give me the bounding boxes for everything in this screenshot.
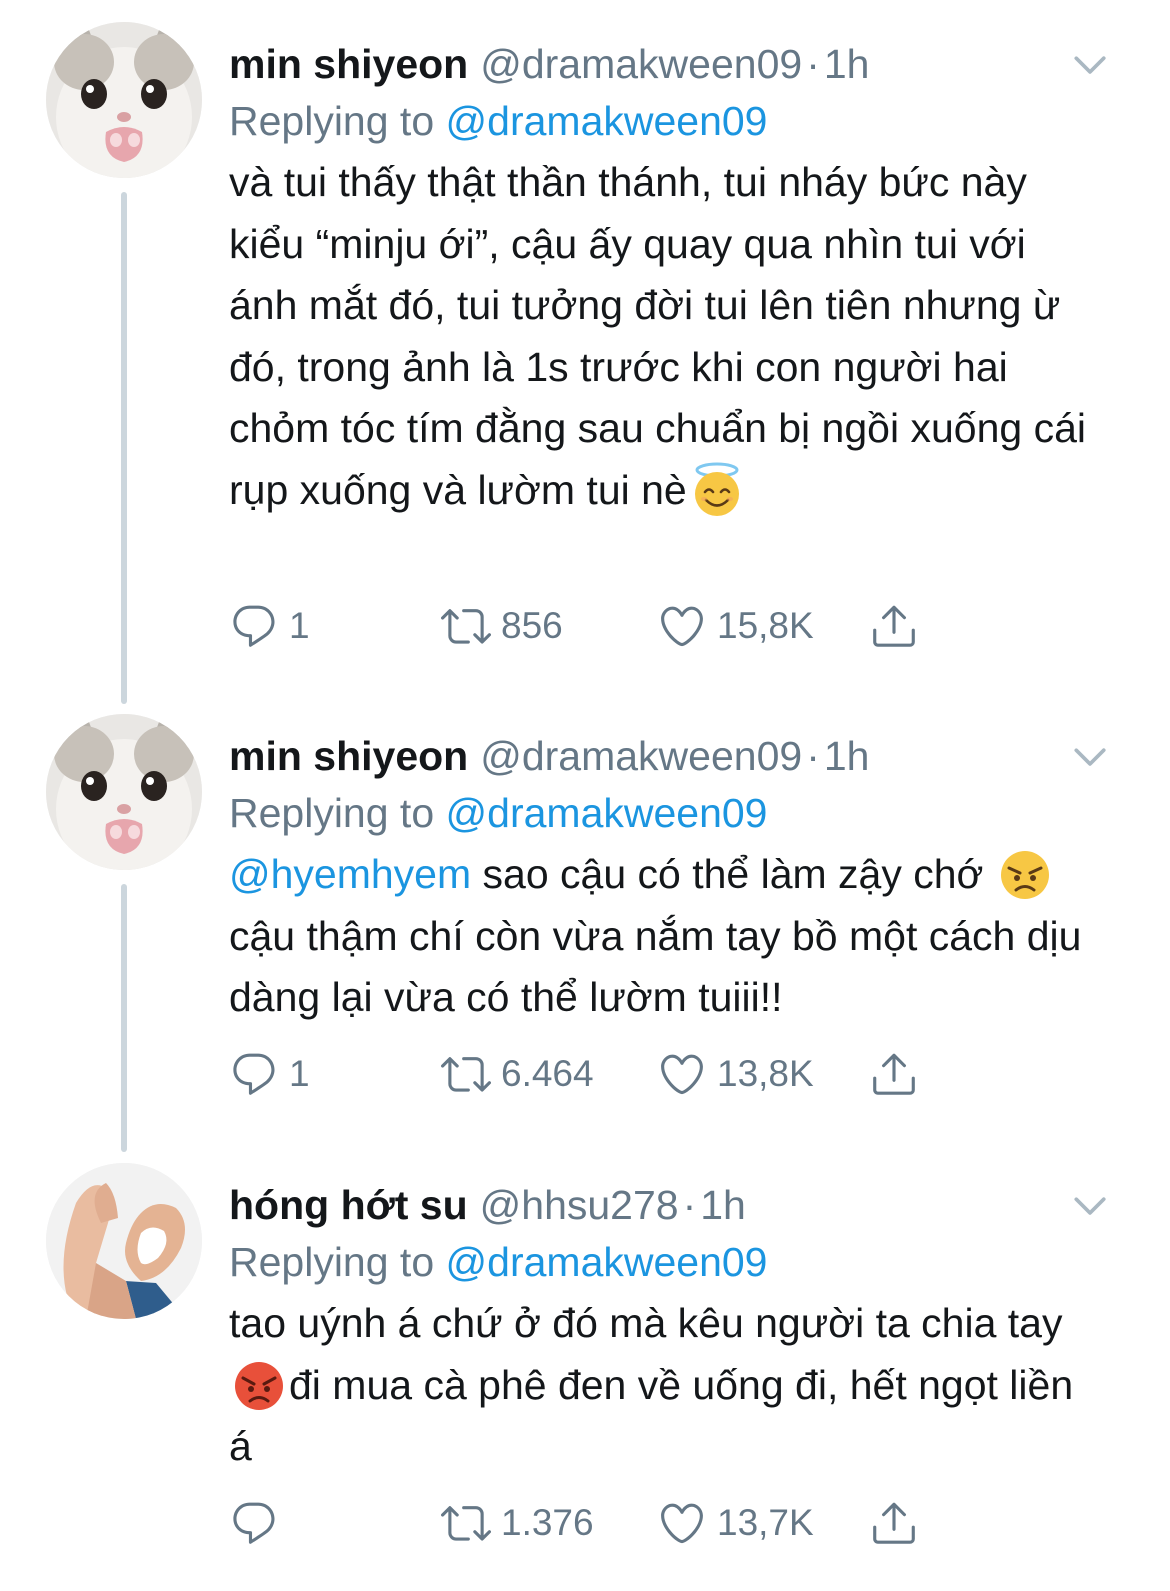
tweet-text-body: và tui thấy thật thần thánh, tui nháy bứ… — [229, 159, 1086, 513]
tweet-header: min shiyeon @dramakween09·1h — [229, 36, 1100, 92]
replying-to-mention[interactable]: @dramakween09 — [446, 98, 768, 144]
crying-cat-avatar-image — [46, 714, 202, 870]
like-count: 15,8K — [717, 605, 814, 646]
chevron-down-icon[interactable] — [1068, 734, 1112, 778]
smiling-face-with-halo-emoji-icon — [689, 462, 745, 518]
thread-line — [121, 192, 127, 704]
like-count: 13,7K — [717, 1502, 814, 1543]
replying-to-mention[interactable]: @dramakween09 — [446, 790, 768, 836]
thread-line — [121, 884, 127, 1152]
timestamp[interactable]: 1h — [824, 41, 870, 87]
like-button[interactable]: 13,8K — [657, 1044, 814, 1104]
avatar[interactable] — [46, 22, 202, 178]
separator-dot: · — [806, 41, 820, 87]
replying-to: Replying to @dramakween09 — [229, 92, 1100, 150]
like-icon — [657, 601, 707, 651]
reply-button[interactable]: 1 — [229, 596, 310, 656]
reply-icon — [229, 601, 279, 651]
retweet-count: 6.464 — [501, 1053, 594, 1094]
body-mention-link[interactable]: @hyemhyem — [229, 851, 471, 897]
tweet-text-body-continued: cậu thậm chí còn vừa nắm tay bồ một cách… — [229, 912, 1082, 1021]
tweet-text: tao uýnh á chứ ở đó mà kêu người ta chia… — [229, 1293, 1100, 1478]
reply-icon — [229, 1049, 279, 1099]
angry-face-emoji-icon — [997, 846, 1053, 902]
share-icon — [869, 601, 919, 651]
tweet-text-body: tao uýnh á chứ ở đó mà kêu người ta chia… — [229, 1300, 1063, 1346]
tweet-text: @hyemhyem sao cậu có thể làm zậy chớ cậu… — [229, 844, 1100, 1029]
display-name[interactable]: hóng hớt su — [229, 1182, 468, 1228]
like-button[interactable]: 15,8K — [657, 596, 814, 656]
reply-button[interactable]: 1 — [229, 1044, 310, 1104]
tweet-actions: 1 6.464 13,8K — [229, 1044, 949, 1104]
separator-dot: · — [806, 733, 820, 779]
share-button[interactable] — [869, 596, 929, 656]
user-handle[interactable]: @dramakween09 — [480, 733, 802, 779]
tweet-content: min shiyeon @dramakween09·1h Replying to … — [229, 714, 1100, 1029]
reply-button[interactable] — [229, 1493, 289, 1553]
retweet-button[interactable]: 1.376 — [441, 1493, 594, 1553]
retweet-count: 856 — [501, 605, 563, 646]
like-icon — [657, 1498, 707, 1548]
separator-dot: · — [682, 1182, 697, 1228]
tweet-text-body: sao cậu có thể làm zậy chớ — [471, 851, 995, 897]
retweet-icon — [441, 601, 491, 651]
reply-count: 1 — [289, 1053, 310, 1094]
tweet-content: hóng hớt su @hhsu278·1h Replying to @dram… — [229, 1163, 1100, 1478]
reply-icon — [229, 1498, 279, 1548]
replying-to: Replying to @dramakween09 — [229, 784, 1100, 842]
retweet-count: 1.376 — [501, 1502, 594, 1543]
user-handle[interactable]: @hhsu278 — [480, 1182, 679, 1228]
replying-to: Replying to @dramakween09 — [229, 1233, 1100, 1291]
share-button[interactable] — [869, 1044, 929, 1104]
share-button[interactable] — [869, 1493, 929, 1553]
reply-count: 1 — [289, 605, 310, 646]
tweet-text-body-continued: đi mua cà phê đen về uống đi, hết ngọt l… — [229, 1361, 1074, 1470]
timestamp[interactable]: 1h — [700, 1182, 746, 1228]
replying-prefix: Replying to — [229, 98, 435, 144]
retweet-button[interactable]: 6.464 — [441, 1044, 594, 1104]
chevron-down-icon[interactable] — [1068, 42, 1112, 86]
replying-to-mention[interactable]: @dramakween09 — [446, 1239, 768, 1285]
tweet-content: min shiyeon @dramakween09·1h Replying to … — [229, 22, 1100, 521]
chevron-down-icon[interactable] — [1068, 1183, 1112, 1227]
user-handle[interactable]: @dramakween09 — [480, 41, 802, 87]
display-name[interactable]: min shiyeon — [229, 41, 468, 87]
retweet-icon — [441, 1049, 491, 1099]
tweet-actions: 1.376 13,7K — [229, 1493, 949, 1553]
replying-prefix: Replying to — [229, 790, 435, 836]
share-icon — [869, 1049, 919, 1099]
avatar[interactable] — [46, 714, 202, 870]
pouting-face-emoji-icon — [231, 1357, 287, 1413]
tweet-header: hóng hớt su @hhsu278·1h — [229, 1177, 1100, 1233]
retweet-icon — [441, 1498, 491, 1548]
ok-hand-heart-avatar-image — [46, 1163, 202, 1319]
retweet-button[interactable]: 856 — [441, 596, 563, 656]
display-name[interactable]: min shiyeon — [229, 733, 468, 779]
tweet-actions: 1 856 15,8K — [229, 596, 949, 656]
avatar[interactable] — [46, 1163, 202, 1319]
like-button[interactable]: 13,7K — [657, 1493, 814, 1553]
share-icon — [869, 1498, 919, 1548]
replying-prefix: Replying to — [229, 1239, 435, 1285]
like-icon — [657, 1049, 707, 1099]
timestamp[interactable]: 1h — [824, 733, 870, 779]
tweet-text: và tui thấy thật thần thánh, tui nháy bứ… — [229, 152, 1100, 521]
tweet-header: min shiyeon @dramakween09·1h — [229, 728, 1100, 784]
like-count: 13,8K — [717, 1053, 814, 1094]
crying-cat-avatar-image — [46, 22, 202, 178]
